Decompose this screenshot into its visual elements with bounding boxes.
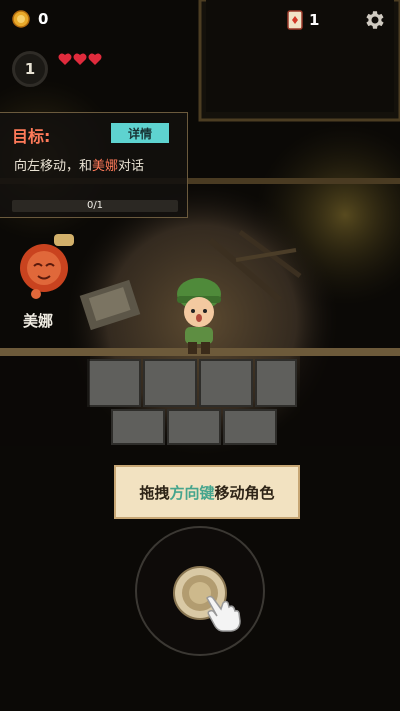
hint-prefix: 拖拽: [139, 483, 170, 502]
hint-suffix: 移动角色: [214, 483, 275, 502]
heart-icon: [88, 53, 102, 65]
health-hearts: [58, 53, 102, 66]
level-badge: 1: [12, 51, 48, 87]
gear-icon[interactable]: [362, 8, 386, 32]
objective-description: 向左移动，和美娜对话: [14, 155, 144, 174]
tutorial-hint: 拖拽 方向键 移动角色: [114, 465, 300, 519]
coin-value: 0: [38, 10, 49, 28]
objective-desc-prefix: 向左移动，和: [14, 159, 93, 174]
npc-name-label: 美娜: [23, 312, 54, 330]
hint-highlight: 方向键: [169, 483, 215, 502]
objective-desc-target: 美娜: [92, 159, 119, 174]
detail-button[interactable]: 详情: [111, 123, 169, 143]
coin-icon: [12, 10, 30, 28]
objective-desc-suffix: 对话: [118, 159, 145, 174]
card-icon: [287, 10, 303, 30]
heart-icon: [58, 53, 72, 65]
objective-title: 目标:: [12, 127, 51, 146]
npc-meina[interactable]: [14, 232, 76, 304]
player-character: [177, 278, 221, 354]
card-counter[interactable]: 1: [287, 10, 319, 30]
card-value: 1: [309, 11, 320, 29]
heart-icon: [73, 53, 87, 65]
pointer-hand-icon: [206, 595, 241, 632]
objective-progress-text: 0/1: [86, 200, 104, 211]
coin-counter: 0: [12, 10, 48, 28]
